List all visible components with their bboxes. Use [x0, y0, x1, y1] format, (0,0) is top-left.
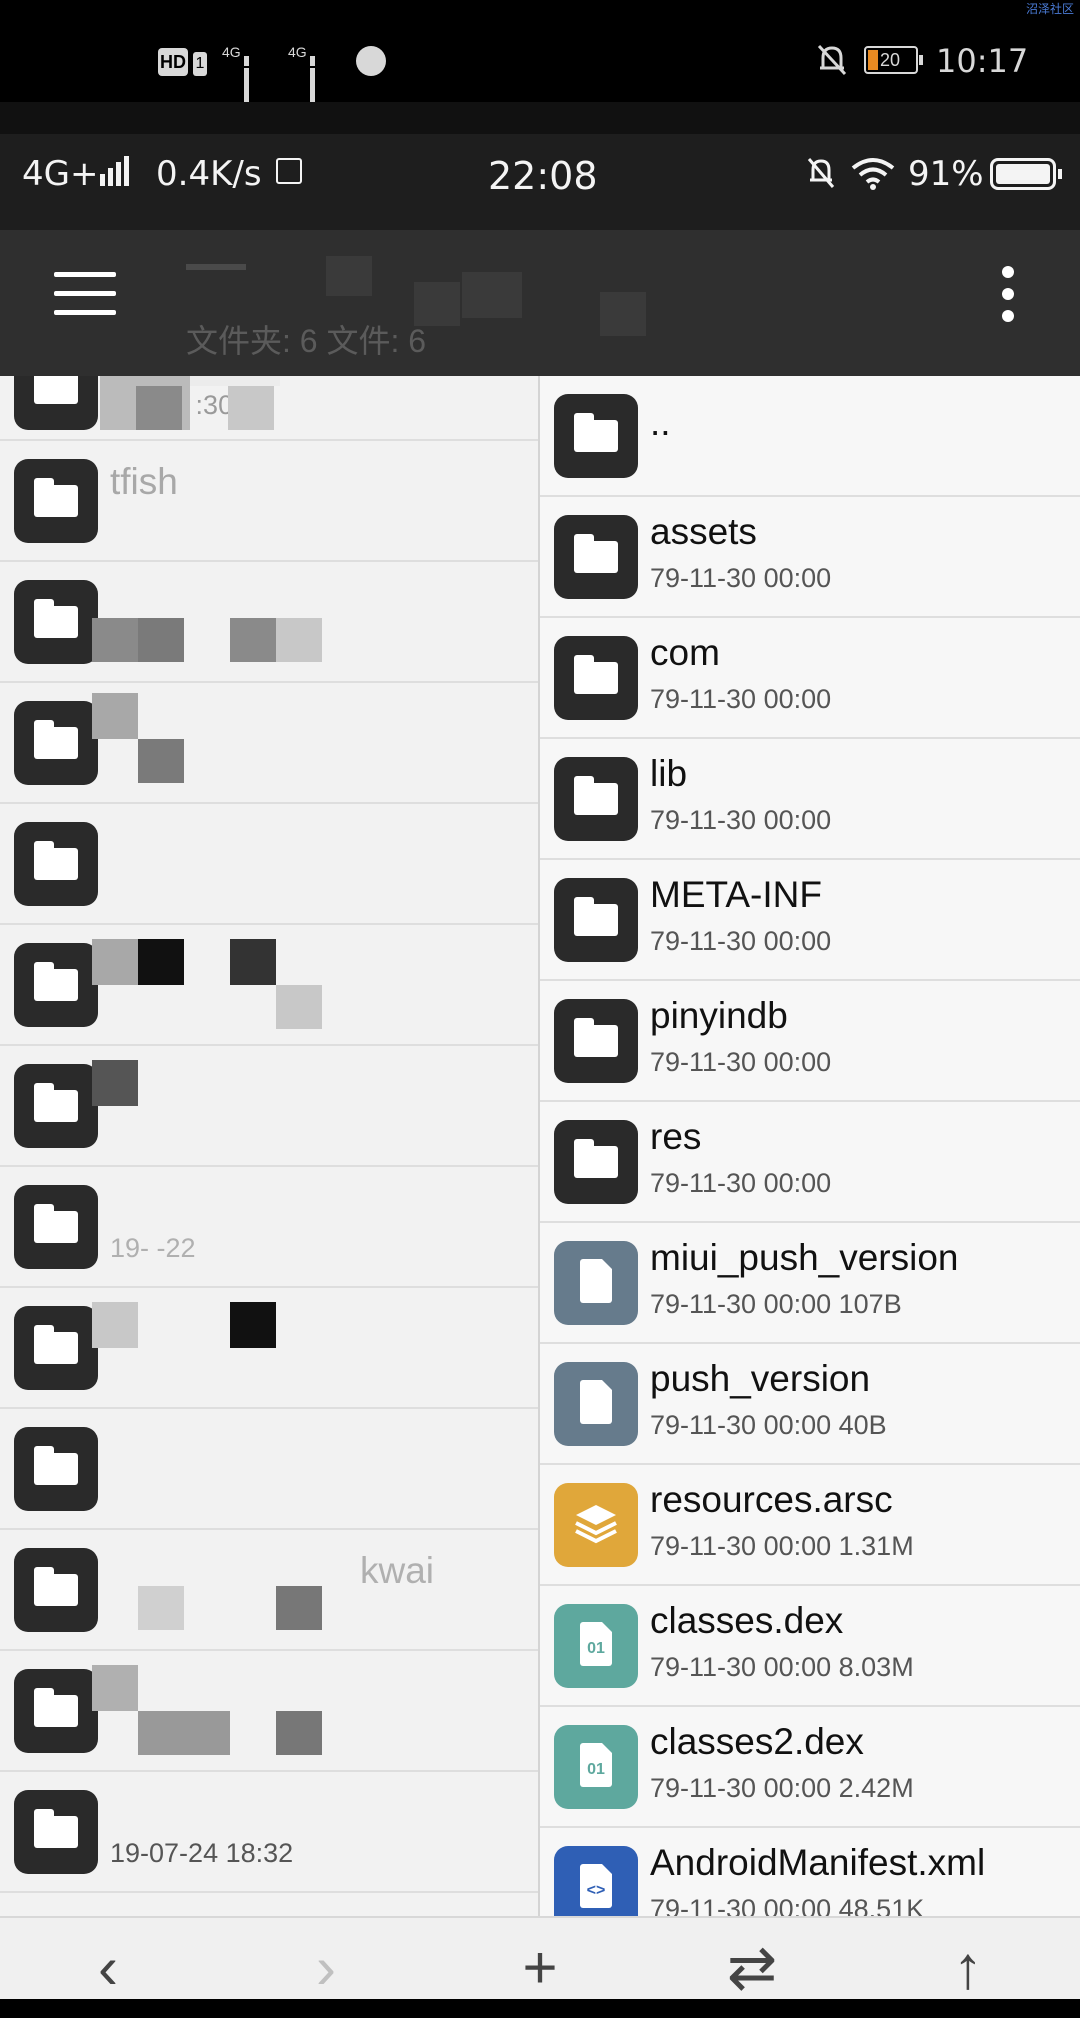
add-icon[interactable]: + — [500, 1918, 580, 2001]
list-item[interactable]: META-INF 79-11-30 00:00 — [540, 860, 1080, 981]
layers-icon — [554, 1483, 638, 1567]
app-toolbar: 文件夹: 6 文件: 6 — [0, 230, 1080, 376]
list-item[interactable]: 01 classes2.dex 79-11-30 00:00 2.42M — [540, 1707, 1080, 1828]
outer-status-bar: 沼泽社区 HD 1 4G 4G 20 10:17 — [0, 0, 1080, 134]
folder-icon — [14, 1427, 98, 1511]
back-icon[interactable]: ‹ — [68, 1918, 148, 2001]
list-item[interactable] — [0, 1046, 538, 1167]
list-item[interactable] — [0, 1651, 538, 1772]
list-item-parent[interactable]: .. — [540, 376, 1080, 497]
list-item[interactable]: resources.arsc 79-11-30 00:00 1.31M — [540, 1465, 1080, 1586]
folder-icon — [14, 459, 98, 543]
list-item[interactable]: 01 classes.dex 79-11-30 00:00 8.03M — [540, 1586, 1080, 1707]
folder-file-counts: 文件夹: 6 文件: 6 — [186, 323, 427, 359]
watermark: 沼泽社区 — [1025, 2, 1074, 16]
outer-clock: 10:17 — [936, 42, 1029, 80]
folder-icon — [554, 394, 638, 478]
folder-icon — [14, 822, 98, 906]
list-item[interactable] — [0, 562, 538, 683]
battery-percent: 91% — [908, 154, 984, 194]
list-item[interactable]: 19-07-24 18:32 — [0, 1772, 538, 1893]
battery-icon: 20 — [864, 46, 923, 74]
list-item[interactable]: tfish — [0, 441, 538, 562]
list-item[interactable]: push_version 79-11-30 00:00 40B — [540, 1344, 1080, 1465]
list-item[interactable]: 19-07- :30 — [0, 376, 538, 441]
mute-bell-icon — [806, 156, 836, 195]
signal-4g-2: 4G — [288, 44, 315, 134]
folder-icon — [14, 1306, 98, 1390]
folder-icon — [14, 1064, 98, 1148]
screenshot-icon — [276, 158, 302, 184]
list-item[interactable]: 19- -22 — [0, 1167, 538, 1288]
folder-icon — [14, 376, 98, 430]
list-item[interactable] — [0, 1409, 538, 1530]
mute-bell-icon — [815, 42, 849, 78]
folder-icon — [554, 878, 638, 962]
xml-file-icon: <> — [554, 1846, 638, 1916]
outer-gap — [0, 102, 1080, 134]
list-item[interactable]: <> AndroidManifest.xml 79-11-30 00:00 48… — [540, 1828, 1080, 1916]
swap-panes-icon[interactable]: ⇄ — [712, 1918, 792, 2001]
globe-icon — [356, 46, 386, 76]
folder-icon — [14, 1790, 98, 1874]
dex-file-icon: 01 — [554, 1725, 638, 1809]
list-item[interactable]: assets 79-11-30 00:00 — [540, 497, 1080, 618]
folder-icon — [14, 1548, 98, 1632]
folder-icon — [554, 999, 638, 1083]
folder-icon — [14, 701, 98, 785]
network-type: 4G+ — [22, 154, 99, 194]
folder-icon — [14, 580, 98, 664]
list-item[interactable]: pinyindb 79-11-30 00:00 — [540, 981, 1080, 1102]
folder-icon — [554, 1120, 638, 1204]
battery-icon — [990, 158, 1062, 190]
file-icon — [554, 1362, 638, 1446]
list-item[interactable] — [0, 1288, 538, 1409]
folder-icon — [14, 1185, 98, 1269]
list-item[interactable]: miui_push_version 79-11-30 00:00 107B — [540, 1223, 1080, 1344]
folder-icon — [554, 757, 638, 841]
folder-icon — [554, 636, 638, 720]
signal-4g-1: 4G — [222, 44, 249, 134]
folder-icon — [14, 943, 98, 1027]
dex-file-icon: 01 — [554, 1604, 638, 1688]
bottom-nav-bar: ‹ › + ⇄ ↑ — [0, 1916, 1080, 2001]
forward-icon[interactable]: › — [286, 1918, 366, 2001]
hd-badge: HD — [158, 48, 188, 76]
menu-icon[interactable] — [54, 270, 116, 318]
sim1-badge: 1 — [193, 52, 207, 76]
up-directory-icon[interactable]: ↑ — [928, 1918, 1008, 2001]
list-item[interactable]: lib 79-11-30 00:00 — [540, 739, 1080, 860]
list-item[interactable] — [0, 683, 538, 804]
inner-status-bar: 4G+ 0.4K/s 22:08 91% — [0, 134, 1080, 230]
list-item[interactable]: com 79-11-30 00:00 — [540, 618, 1080, 739]
file-icon — [554, 1241, 638, 1325]
list-item[interactable]: res 79-11-30 00:00 — [540, 1102, 1080, 1223]
folder-icon — [554, 515, 638, 599]
signal-bars-icon — [100, 156, 132, 186]
list-item[interactable] — [0, 925, 538, 1046]
network-speed: 0.4K/s — [156, 154, 262, 194]
inner-clock: 22:08 — [488, 154, 598, 198]
left-file-pane: 19-07- :30 tfish 19- -22 — [0, 376, 538, 1916]
wifi-icon — [850, 156, 896, 195]
right-file-pane: .. assets 79-11-30 00:00 com 79-11-30 00… — [540, 376, 1080, 1916]
list-item[interactable] — [0, 804, 538, 925]
overflow-menu-icon[interactable] — [1002, 266, 1014, 322]
path-title-blurred — [186, 256, 786, 336]
folder-icon — [14, 1669, 98, 1753]
list-item[interactable]: kwai — [0, 1530, 538, 1651]
